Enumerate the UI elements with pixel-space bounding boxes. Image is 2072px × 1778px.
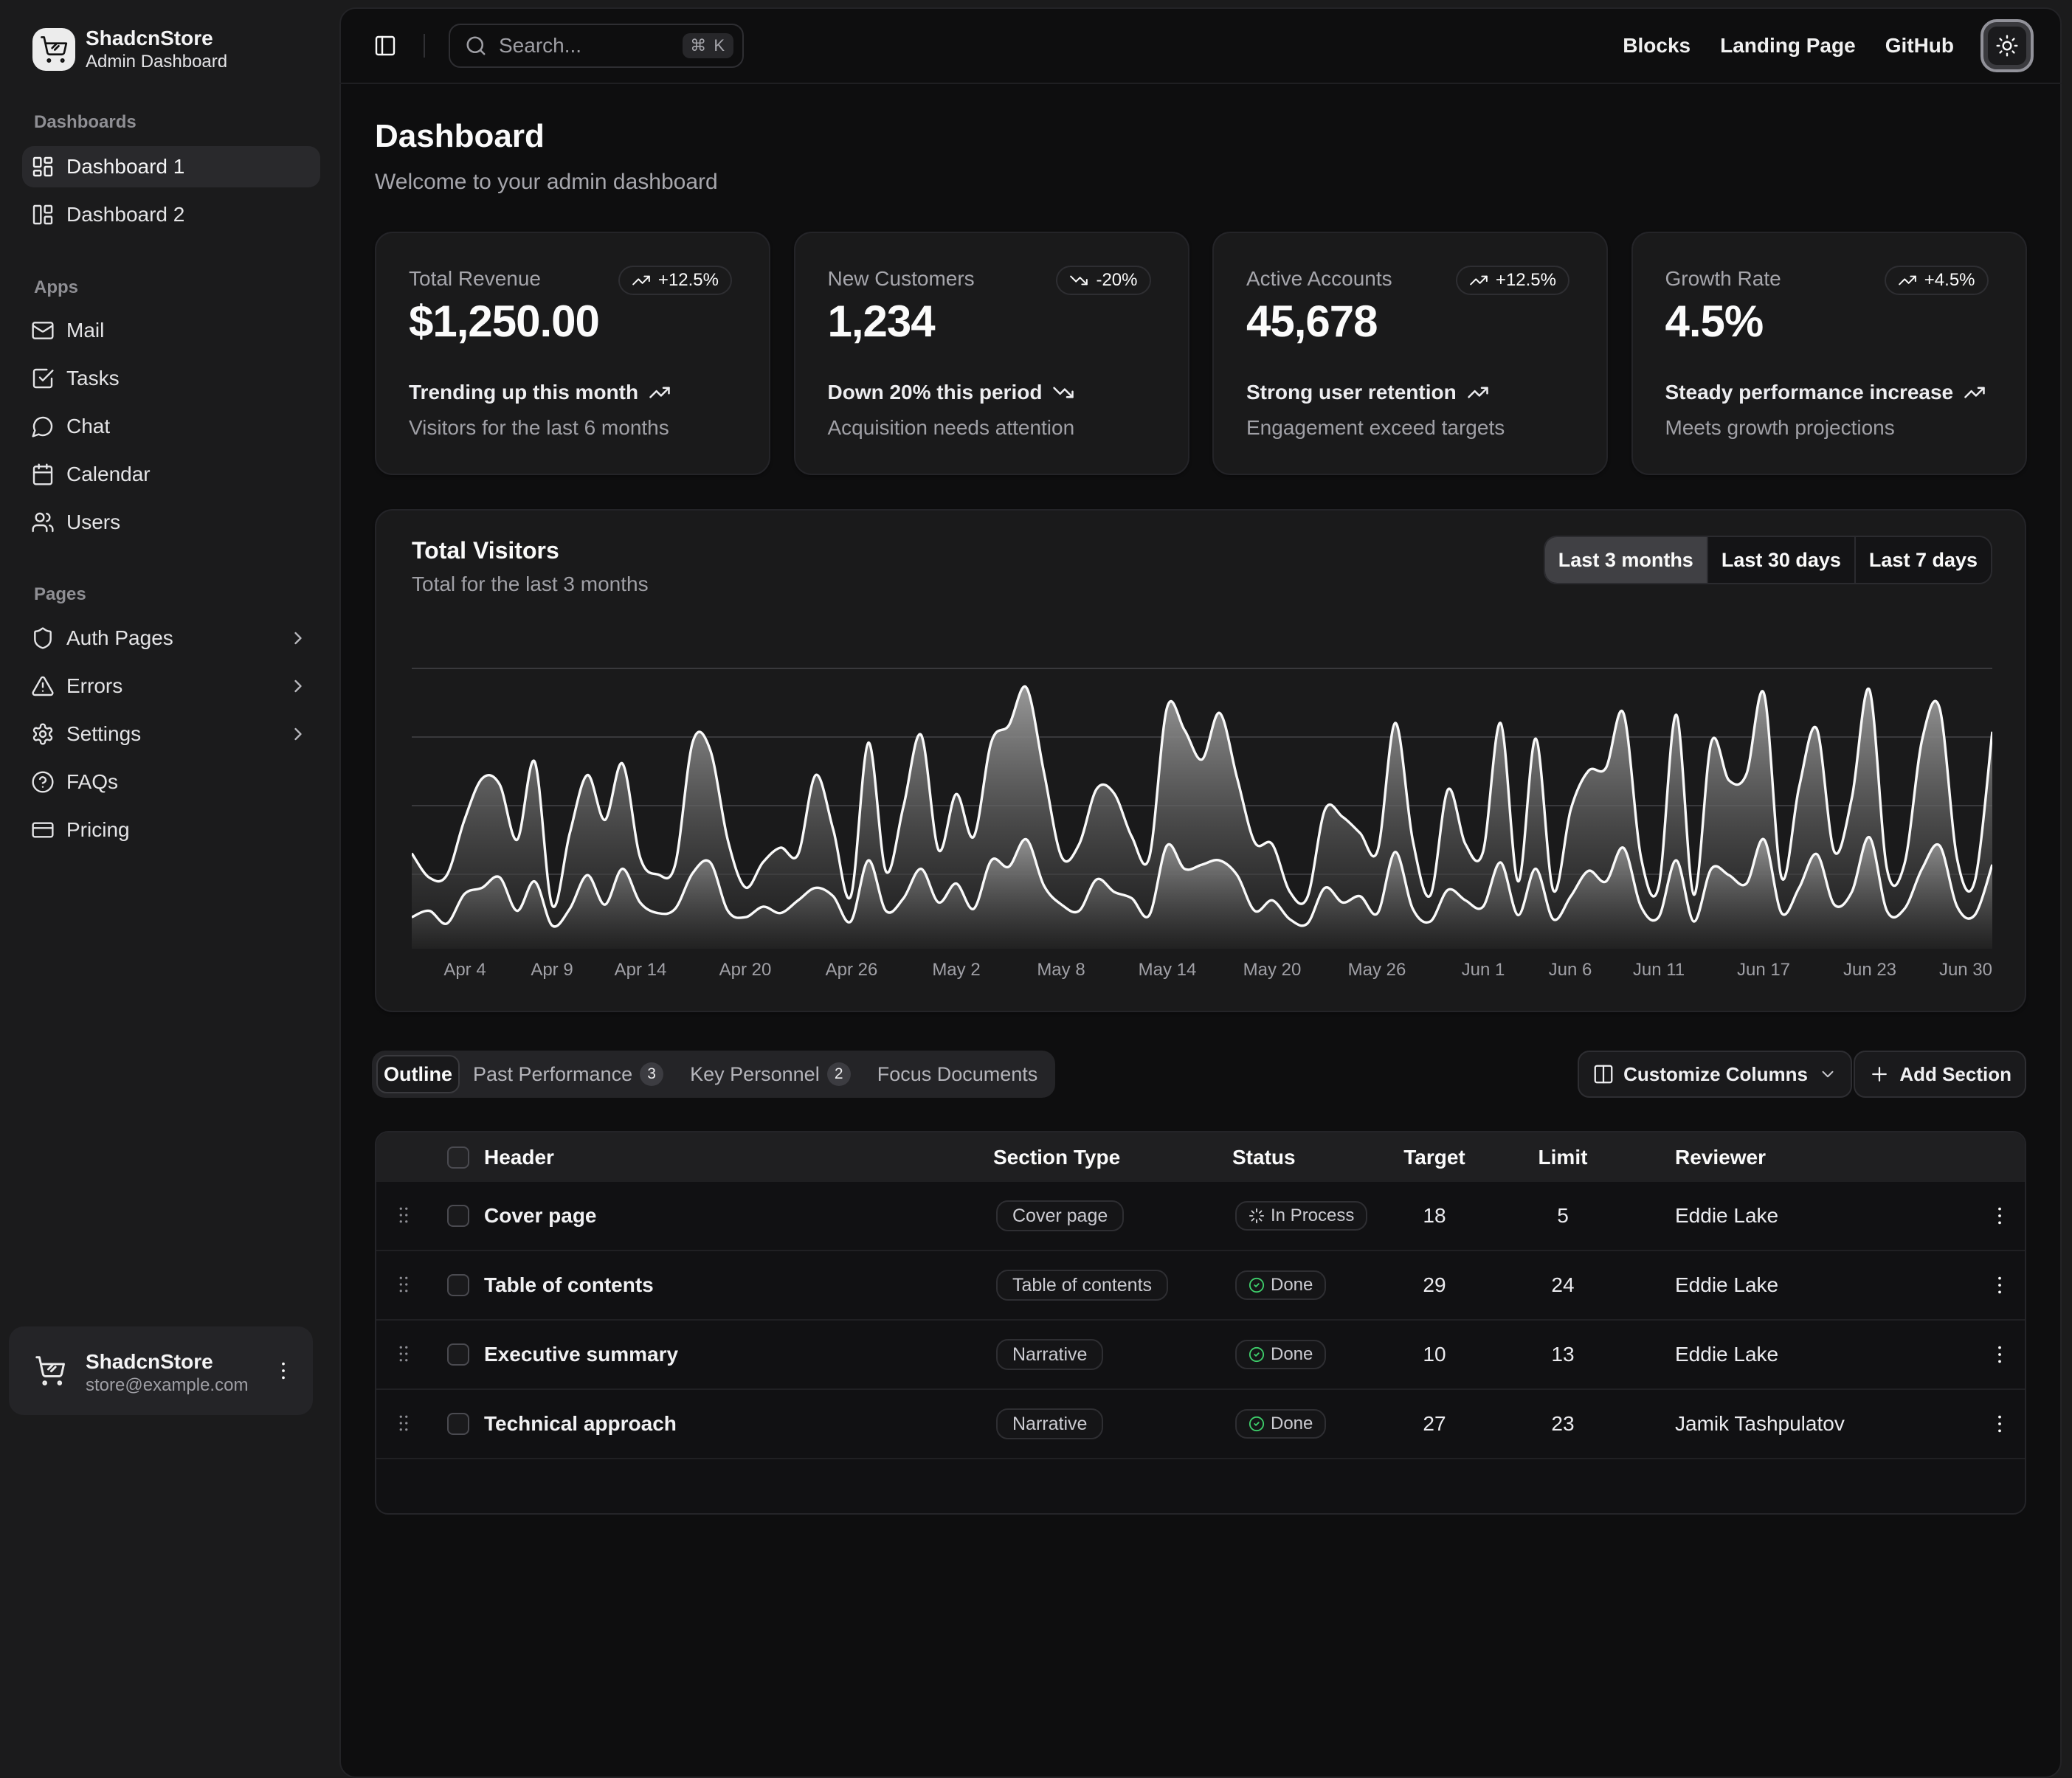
svg-text:May 8: May 8	[1037, 960, 1085, 980]
svg-text:Jun 30: Jun 30	[1939, 960, 1992, 980]
svg-text:Jun 1: Jun 1	[1462, 960, 1505, 980]
svg-text:May 2: May 2	[932, 960, 980, 980]
svg-text:May 26: May 26	[1348, 960, 1406, 980]
svg-text:Apr 9: Apr 9	[531, 960, 573, 980]
svg-text:Jun 6: Jun 6	[1549, 960, 1592, 980]
svg-text:Jun 11: Jun 11	[1633, 960, 1685, 980]
svg-text:Apr 26: Apr 26	[826, 960, 878, 980]
svg-text:Apr 4: Apr 4	[443, 960, 486, 980]
svg-text:Jun 17: Jun 17	[1737, 960, 1790, 980]
svg-text:Jun 23: Jun 23	[1843, 960, 1896, 980]
svg-text:Apr 14: Apr 14	[615, 960, 667, 980]
svg-text:Apr 20: Apr 20	[719, 960, 772, 980]
svg-text:May 20: May 20	[1243, 960, 1302, 980]
svg-text:May 14: May 14	[1139, 960, 1197, 980]
